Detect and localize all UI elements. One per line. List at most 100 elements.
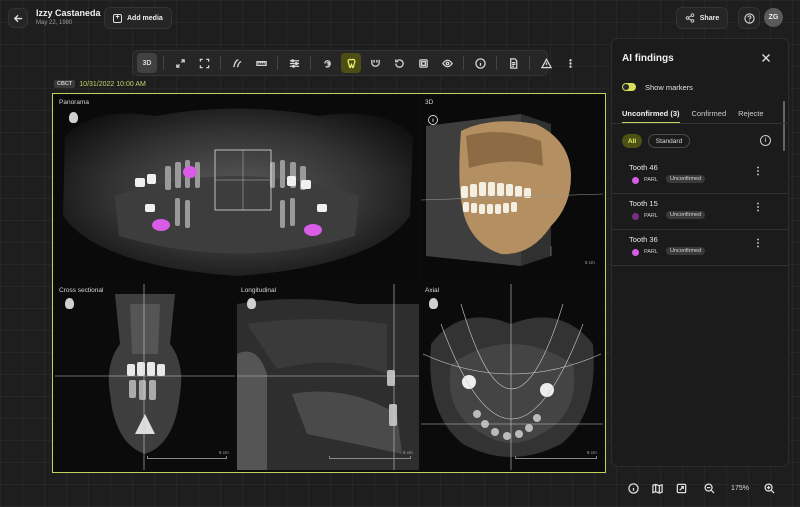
zoom-out-icon bbox=[703, 482, 715, 494]
3d-view-label: 3D bbox=[142, 59, 152, 67]
head-orientation-icon bbox=[247, 298, 256, 309]
panorama-pane[interactable]: Panorama bbox=[55, 96, 419, 282]
add-media-button[interactable]: + Add media bbox=[104, 7, 172, 29]
more-options-button[interactable] bbox=[560, 53, 580, 73]
zoom-level: 175% bbox=[731, 484, 749, 492]
finding-type: PARL bbox=[644, 249, 658, 255]
patient-info: Izzy Castaneda May 22, 1980 bbox=[36, 8, 101, 26]
3d-scale-label: 5 cm bbox=[585, 260, 595, 265]
info-button[interactable] bbox=[624, 479, 642, 497]
3d-view-button[interactable]: 3D bbox=[137, 53, 157, 73]
show-markers-label: Show markers bbox=[645, 83, 693, 92]
patient-name: Izzy Castaneda bbox=[36, 8, 101, 18]
rotate-tool-button[interactable] bbox=[389, 53, 409, 73]
layers-icon bbox=[418, 58, 428, 68]
close-panel-button[interactable] bbox=[761, 52, 771, 66]
panorama-image bbox=[55, 96, 419, 282]
rotate-icon bbox=[394, 58, 404, 68]
toolbar-divider bbox=[496, 56, 497, 70]
findings-tabs: Unconfirmed (3) Confirmed Rejecte bbox=[622, 109, 782, 123]
ear-tool-button[interactable] bbox=[317, 53, 337, 73]
fullscreen-button[interactable] bbox=[194, 53, 214, 73]
3d-volume-image bbox=[421, 96, 603, 282]
3d-title: 3D bbox=[425, 99, 434, 106]
panorama-title: Panorama bbox=[59, 99, 89, 106]
adjust-button[interactable] bbox=[284, 53, 304, 73]
curve-tool-button[interactable] bbox=[227, 53, 247, 73]
scale-bar bbox=[147, 456, 227, 459]
info-icon[interactable]: i bbox=[760, 135, 771, 146]
show-markers-toggle[interactable] bbox=[622, 83, 636, 91]
fit-view-button[interactable] bbox=[672, 479, 690, 497]
finding-item[interactable]: Tooth 15 PARL Unconfirmed ⋮ bbox=[612, 195, 788, 230]
map-button[interactable] bbox=[648, 479, 666, 497]
zoom-out-button[interactable] bbox=[700, 479, 718, 497]
finding-item[interactable]: Tooth 36 PARL Unconfirmed ⋮ bbox=[612, 231, 788, 266]
map-icon bbox=[651, 483, 663, 494]
modality-badge: CBCT bbox=[54, 80, 76, 88]
jaw-tool-button[interactable] bbox=[365, 53, 385, 73]
3d-pane[interactable]: 3D 5 cm bbox=[421, 96, 603, 282]
report-button[interactable] bbox=[503, 53, 523, 73]
longitudinal-title: Longitudinal bbox=[241, 287, 277, 294]
share-icon bbox=[685, 13, 695, 23]
warning-button[interactable] bbox=[536, 53, 556, 73]
tab-confirmed[interactable]: Confirmed bbox=[692, 109, 727, 123]
more-options-button[interactable]: ⋮ bbox=[753, 203, 763, 213]
add-media-label: Add media bbox=[127, 14, 163, 22]
filter-standard-chip[interactable]: Standard bbox=[648, 134, 690, 148]
filter-all-chip[interactable]: All bbox=[622, 134, 642, 148]
cross-sectional-image bbox=[55, 284, 235, 470]
cross-sectional-title: Cross sectional bbox=[59, 287, 104, 294]
document-icon bbox=[509, 57, 517, 69]
info-icon bbox=[627, 482, 639, 494]
finding-item[interactable]: Tooth 46 PARL Unconfirmed ⋮ bbox=[612, 159, 788, 194]
cross-sectional-scale-label: 5 cm bbox=[219, 450, 229, 455]
toolbar-divider bbox=[277, 56, 278, 70]
visibility-button[interactable] bbox=[437, 53, 457, 73]
fullscreen-frame-icon bbox=[199, 58, 209, 68]
image-viewer[interactable]: Panorama 3D 5 cm Cross sectional 5 cm Lo… bbox=[52, 93, 606, 473]
more-options-button[interactable]: ⋮ bbox=[753, 239, 763, 249]
fit-view-icon bbox=[676, 483, 686, 493]
back-button[interactable] bbox=[8, 8, 28, 28]
head-orientation-icon bbox=[429, 298, 438, 309]
toolbar-divider bbox=[529, 56, 530, 70]
layers-tool-button[interactable] bbox=[413, 53, 433, 73]
patient-dob: May 22, 1980 bbox=[36, 20, 73, 26]
tab-unconfirmed[interactable]: Unconfirmed (3) bbox=[622, 109, 680, 123]
warning-icon bbox=[540, 57, 552, 68]
toolbar-divider bbox=[310, 56, 311, 70]
cross-sectional-pane[interactable]: Cross sectional 5 cm bbox=[55, 284, 235, 470]
status-badge: Unconfirmed bbox=[666, 211, 706, 219]
ruler-tool-button[interactable] bbox=[251, 53, 271, 73]
bottom-controls: 175% bbox=[624, 477, 788, 499]
arrow-left-icon bbox=[13, 14, 22, 22]
ear-icon bbox=[323, 59, 331, 68]
axial-scale-label: 5 cm bbox=[587, 450, 597, 455]
tooth-tool-button[interactable] bbox=[341, 53, 361, 73]
scrollbar-thumb[interactable] bbox=[783, 101, 785, 151]
curve-icon bbox=[232, 58, 241, 67]
more-options-button[interactable]: ⋮ bbox=[753, 167, 763, 177]
add-media-icon: + bbox=[113, 13, 122, 23]
finding-tooth: Tooth 36 bbox=[629, 235, 658, 244]
user-avatar[interactable]: ZG bbox=[764, 8, 783, 27]
zoom-in-icon bbox=[763, 482, 775, 494]
tab-rejected[interactable]: Rejecte bbox=[738, 109, 763, 123]
help-button[interactable] bbox=[738, 7, 760, 29]
share-button[interactable]: Share bbox=[676, 7, 728, 29]
zoom-in-button[interactable] bbox=[760, 479, 778, 497]
axial-pane[interactable]: Axial 5 cm bbox=[421, 284, 603, 470]
head-orientation-icon bbox=[65, 298, 74, 309]
eye-icon bbox=[441, 59, 453, 67]
finding-tooth: Tooth 15 bbox=[629, 199, 658, 208]
longitudinal-scale-label: 5 cm bbox=[403, 450, 413, 455]
expand-arrows-button[interactable] bbox=[170, 53, 190, 73]
study-date: 10/31/2022 10:00 AM bbox=[79, 80, 146, 88]
status-badge: Unconfirmed bbox=[666, 247, 706, 255]
longitudinal-pane[interactable]: Longitudinal 5 cm bbox=[237, 284, 419, 470]
close-icon bbox=[762, 54, 770, 62]
longitudinal-image bbox=[237, 284, 419, 470]
info-button[interactable] bbox=[470, 53, 490, 73]
